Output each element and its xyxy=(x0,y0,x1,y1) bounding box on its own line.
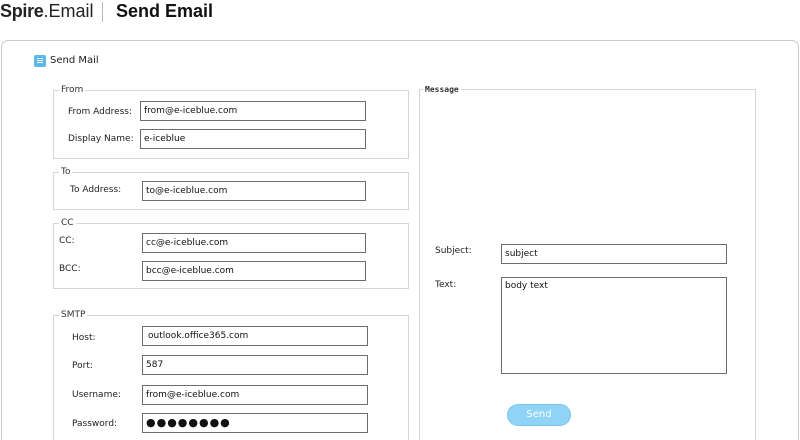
send-mail-panel: Send Mail From From Address: Display Nam… xyxy=(1,40,799,440)
subject-label: Subject: xyxy=(435,246,472,256)
to-address-input[interactable] xyxy=(142,181,366,201)
header-divider xyxy=(102,2,103,22)
cc-legend: CC xyxy=(59,218,76,229)
cc-group: CC CC: BCC: xyxy=(53,218,409,289)
username-input[interactable] xyxy=(142,385,368,405)
smtp-legend: SMTP xyxy=(59,310,88,321)
from-legend: From xyxy=(59,85,86,96)
to-group: To To Address: xyxy=(53,167,409,210)
smtp-group: SMTP Host: Port: Username: Password: ●●●… xyxy=(53,310,409,440)
brand-suffix: .Email xyxy=(43,1,94,21)
brand-logo: Spire.Email xyxy=(0,1,94,22)
username-label: Username: xyxy=(72,390,121,400)
display-name-label: Display Name: xyxy=(68,134,134,144)
send-button[interactable]: Send xyxy=(507,404,571,426)
message-group: Message Subject: Text: body text xyxy=(419,84,756,440)
to-legend: To xyxy=(59,167,73,178)
host-label: Host: xyxy=(72,333,96,343)
port-input[interactable] xyxy=(142,355,368,375)
body-text-area[interactable]: body text xyxy=(501,277,727,374)
page-title: Send Email xyxy=(116,1,214,21)
text-label: Text: xyxy=(435,280,457,290)
password-input[interactable]: ●●●●●●●● xyxy=(142,413,368,433)
bcc-input[interactable] xyxy=(142,261,366,281)
email-app-icon xyxy=(34,55,46,67)
panel-title-text: Send Mail xyxy=(50,55,99,66)
cc-input[interactable] xyxy=(142,233,366,253)
brand-name: Spire xyxy=(0,1,44,21)
display-name-input[interactable] xyxy=(140,129,366,149)
cc-label: CC: xyxy=(59,236,75,246)
message-legend: Message xyxy=(423,84,461,95)
password-label: Password: xyxy=(72,419,118,429)
to-address-label: To Address: xyxy=(70,185,122,195)
subject-input[interactable] xyxy=(501,244,727,264)
app-header: Spire.Email Send Email xyxy=(0,0,800,26)
from-address-input[interactable] xyxy=(140,101,366,121)
port-label: Port: xyxy=(72,361,93,371)
bcc-label: BCC: xyxy=(59,264,81,274)
from-address-label: From Address: xyxy=(68,107,133,117)
body-text-value: body text xyxy=(505,281,548,291)
host-input[interactable] xyxy=(142,326,368,346)
from-group: From From Address: Display Name: xyxy=(53,85,409,159)
